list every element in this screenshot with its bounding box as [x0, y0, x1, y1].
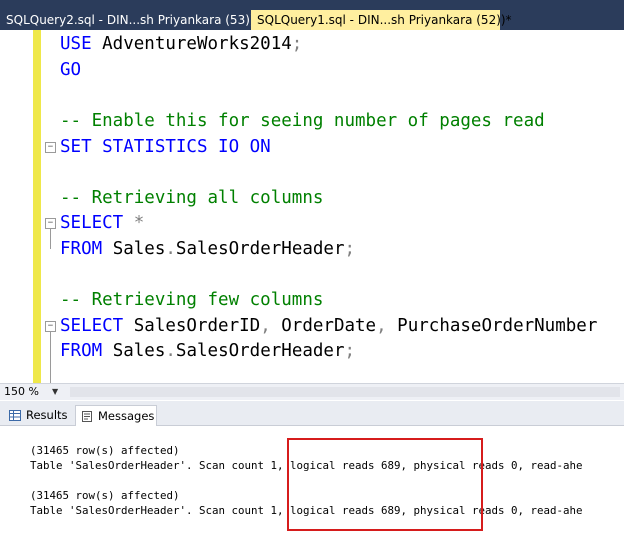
message-line: (31465 row(s) affected)	[30, 444, 180, 457]
highlight-box	[287, 438, 483, 531]
tab-messages-label: Messages	[98, 409, 155, 423]
chevron-down-icon[interactable]: ▼	[52, 384, 58, 400]
messages-icon	[82, 411, 92, 422]
tab-messages[interactable]: Messages	[75, 405, 157, 426]
code-line: FROM Sales.SalesOrderHeader;	[60, 239, 356, 259]
fold-toggle-icon[interactable]: −	[45, 142, 56, 153]
code-line: SET STATISTICS IO ON	[60, 137, 271, 157]
fold-guide	[50, 332, 51, 383]
code-line: SELECT *	[60, 213, 145, 233]
fold-guide	[50, 229, 51, 249]
change-tracking-margin	[33, 30, 41, 383]
grid-icon	[9, 410, 21, 421]
code-line: -- Retrieving few columns	[60, 290, 324, 310]
editor-status-row: 150 % ▼	[0, 383, 624, 400]
code-line: USE AdventureWorks2014;	[60, 34, 303, 54]
code-line-text: GO	[60, 60, 82, 80]
fold-toggle-icon[interactable]: −	[45, 321, 56, 332]
tab-results[interactable]: Results	[4, 405, 74, 426]
fold-toggle-icon[interactable]: −	[45, 218, 56, 229]
document-tab-strip: SQLQuery2.sql - DIN...sh Priyankara (53)…	[0, 0, 624, 30]
code-line-text: USE	[60, 34, 92, 54]
tab-sqlquery2[interactable]: SQLQuery2.sql - DIN...sh Priyankara (53)…	[0, 10, 261, 30]
code-line: SELECT SalesOrderID, OrderDate, Purchase…	[60, 316, 598, 336]
message-line: (31465 row(s) affected)	[30, 489, 180, 502]
results-tab-bar: Results Messages	[0, 401, 624, 426]
query-editor[interactable]: USE AdventureWorks2014; GO -- Enable thi…	[0, 30, 624, 383]
tab-results-label: Results	[26, 408, 68, 422]
tab-sqlquery1[interactable]: SQLQuery1.sql - DIN...sh Priyankara (52)…	[251, 10, 512, 30]
code-line: -- Enable this for seeing number of page…	[60, 111, 545, 131]
code-line: -- Retrieving all columns	[60, 188, 324, 208]
code-line: GO	[60, 58, 81, 82]
horizontal-scrollbar[interactable]	[70, 387, 620, 397]
zoom-level-select[interactable]: 150 %	[4, 384, 39, 400]
code-line: FROM Sales.SalesOrderHeader;	[60, 341, 356, 361]
